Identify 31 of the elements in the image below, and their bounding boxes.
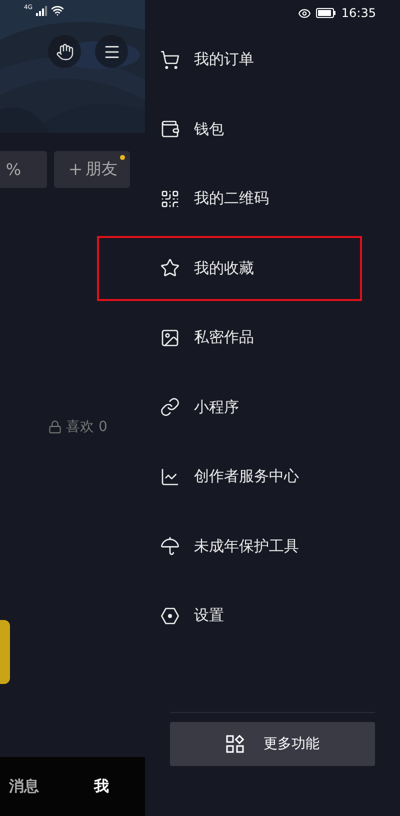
menu-item[interactable]: 创作者服务中心 (145, 442, 400, 512)
profile-button[interactable]: % (0, 151, 47, 188)
wallet-icon (160, 119, 180, 140)
nav-tab[interactable]: 消息 (9, 777, 39, 796)
menu-item[interactable]: 设置 (145, 581, 400, 650)
clock-time: 16:35 (341, 6, 376, 20)
menu-item[interactable]: 私密作品 (145, 303, 400, 372)
eye-icon (298, 6, 312, 20)
signal-icon (36, 6, 48, 16)
menu-item[interactable]: 小程序 (145, 372, 400, 442)
image-icon (160, 328, 180, 348)
menu-item[interactable]: 未成年保护工具 (145, 512, 400, 581)
menu-item[interactable]: 我的收藏 (145, 234, 400, 303)
settings-icon (160, 606, 180, 626)
line-chart-icon (160, 466, 180, 487)
menu-item[interactable]: 我的二维码 (145, 164, 400, 234)
qr-code-icon (160, 188, 180, 209)
cart-icon (160, 50, 180, 70)
star-icon (160, 258, 180, 278)
apps-icon (226, 735, 244, 753)
menu-item[interactable]: 钱包 (145, 94, 400, 164)
likes-count: 喜欢 0 (66, 418, 108, 436)
battery-icon (316, 8, 336, 18)
hand-icon (56, 42, 74, 60)
menu-item[interactable]: 我的订单 (145, 25, 400, 94)
umbrella-icon (160, 536, 180, 556)
add-friend-button[interactable]: 朋友 (54, 151, 130, 188)
wifi-icon (51, 4, 64, 17)
more-features-button[interactable]: 更多功能 (170, 722, 375, 766)
nav-tab[interactable]: 我 (94, 777, 109, 796)
link-icon (160, 397, 180, 418)
